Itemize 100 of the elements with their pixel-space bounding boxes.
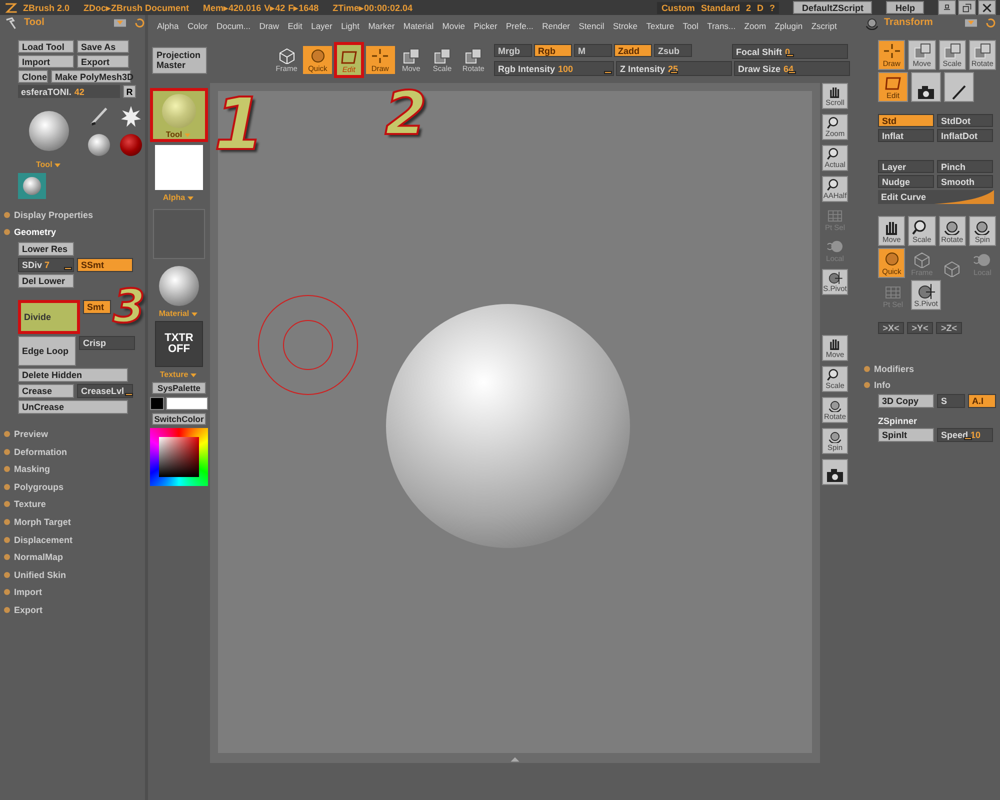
menu-item[interactable]: Material [402, 19, 435, 33]
panel-button[interactable]: SDiv 7 [18, 258, 74, 272]
panel-button[interactable]: SSmt [77, 258, 133, 272]
panel-button[interactable]: Lower Res [18, 242, 74, 256]
section-header[interactable]: Export [4, 602, 145, 618]
slider-thumb[interactable] [670, 71, 678, 74]
option-item[interactable]: Standard [700, 2, 740, 12]
section-header[interactable]: Geometry [4, 224, 145, 240]
axis-button[interactable]: >X< [878, 322, 904, 334]
title-button[interactable]: DefaultZScript [792, 1, 872, 14]
panel-button[interactable]: Edge Loop [18, 336, 76, 366]
slider[interactable]: Draw Size 64 [734, 61, 850, 76]
slider-thumb[interactable] [604, 71, 612, 74]
menu-item[interactable]: Layer [310, 19, 334, 33]
menu-item[interactable]: Stroke [612, 19, 639, 33]
panel-button[interactable]: CreaseLvl [77, 384, 133, 398]
menu-item[interactable]: Zscript [810, 19, 838, 33]
material-thumbnail[interactable] [159, 266, 199, 306]
alpha-thumbnail[interactable] [155, 145, 203, 190]
sphere-thumbnail[interactable] [29, 111, 69, 151]
menu-item[interactable]: Zplugin [774, 19, 804, 33]
axis-button[interactable]: >Z< [936, 322, 962, 334]
slider-thumb[interactable] [64, 267, 72, 270]
file-button[interactable]: Save As [77, 40, 129, 53]
section-header[interactable]: Info [864, 378, 996, 392]
color-picker[interactable] [150, 428, 208, 486]
option-item[interactable]: Custom [661, 2, 695, 12]
slider-thumb[interactable] [788, 71, 796, 74]
mode-button[interactable]: Zadd [614, 44, 652, 57]
panel-button[interactable]: UnCrease [18, 400, 128, 414]
menu-item[interactable]: Trans... [706, 19, 737, 33]
menu-item[interactable]: Render [541, 19, 572, 33]
section-header[interactable]: Polygroups [4, 478, 145, 495]
brush-button[interactable]: Nudge [878, 175, 934, 188]
file-button[interactable]: Clone [18, 70, 48, 83]
axis-button[interactable]: >Y< [907, 322, 933, 334]
menu-item[interactable]: Light [340, 19, 360, 33]
file-button[interactable]: Import [18, 55, 74, 68]
tool-thumbnail[interactable] [18, 173, 46, 199]
section-header[interactable]: Import [4, 584, 145, 600]
section-header[interactable]: Display Properties [4, 207, 145, 223]
menu-item[interactable]: Texture [645, 19, 676, 33]
file-button[interactable]: Export [77, 55, 129, 68]
texture-thumbnail[interactable]: TXTR OFF [155, 321, 203, 367]
panel-button[interactable]: SpinIt [878, 428, 934, 442]
section-header[interactable]: NormalMap [4, 549, 145, 565]
menu-item[interactable]: Marker [367, 19, 396, 33]
menu-item[interactable]: Draw [258, 19, 280, 33]
section-header[interactable]: Morph Target [4, 514, 145, 530]
reset-button[interactable]: R [123, 85, 136, 98]
channel-button[interactable]: Mrgb [494, 44, 532, 57]
section-header[interactable]: Unified Skin [4, 566, 145, 583]
tool-thumbnail[interactable]: Tool [150, 88, 208, 142]
material-ball-thumbnail[interactable] [120, 134, 142, 156]
channel-button[interactable]: M [574, 44, 612, 57]
color-swatch[interactable] [150, 397, 164, 410]
menu-item[interactable]: Docum... [215, 19, 252, 33]
section-header[interactable]: Masking [4, 461, 145, 477]
option-item[interactable]: 2 [746, 2, 751, 12]
slider-thumb[interactable] [786, 54, 794, 57]
menu-item[interactable]: Tool [682, 19, 700, 33]
menu-item[interactable]: Color [186, 19, 209, 33]
tool-button[interactable] [911, 72, 941, 102]
close-button[interactable] [978, 0, 996, 15]
channel-button[interactable]: Rgb [534, 44, 572, 57]
mode-button[interactable]: Zsub [654, 44, 692, 57]
menu-item[interactable]: Picker [472, 19, 498, 33]
brush-button[interactable]: Smooth [937, 175, 993, 188]
palette-button[interactable]: SysPalette [152, 382, 206, 394]
panel-button[interactable]: A.I [968, 394, 996, 408]
brush-button[interactable]: InflatDot [937, 129, 993, 142]
panel-button[interactable]: Del Lower [18, 274, 74, 288]
brush-button[interactable]: StdDot [937, 114, 993, 127]
sphere-thumbnail[interactable] [88, 134, 110, 156]
menu-item[interactable]: Edit [286, 19, 304, 33]
menu-item[interactable]: Stencil [578, 19, 606, 33]
edit-curve[interactable]: Edit Curve [878, 190, 994, 204]
panel-button[interactable]: Delete Hidden [18, 368, 128, 382]
projection-master-button[interactable]: Projection Master [152, 46, 206, 74]
menu-item[interactable]: Prefe... [505, 19, 534, 33]
menu-item[interactable]: Alpha [156, 19, 180, 33]
tool-name-field[interactable]: esferaTONI. 42 [18, 85, 120, 98]
slider[interactable]: Rgb Intensity 100 [494, 61, 614, 76]
brush-button[interactable]: Std [878, 114, 934, 127]
slider-thumb[interactable] [125, 393, 134, 396]
brush-button[interactable]: Inflat [878, 129, 934, 142]
switch-color-button[interactable]: SwitchColor [152, 413, 206, 425]
section-header[interactable]: Preview [4, 426, 145, 442]
section-header[interactable]: Deformation [4, 444, 145, 460]
panel-button[interactable]: Crisp [79, 336, 135, 350]
option-item[interactable]: ? [769, 2, 775, 12]
panel-button[interactable]: Divide [18, 300, 80, 334]
panel-button[interactable]: 3D Copy [878, 394, 934, 408]
brush-button[interactable]: Layer [878, 160, 934, 173]
panel-button[interactable]: Crease [18, 384, 74, 398]
restore-button[interactable] [958, 0, 976, 15]
title-button[interactable]: Help [886, 1, 924, 14]
brush-button[interactable]: Pinch [937, 160, 993, 173]
section-header[interactable]: Texture [4, 496, 145, 512]
menu-item[interactable]: Zoom [743, 19, 768, 33]
